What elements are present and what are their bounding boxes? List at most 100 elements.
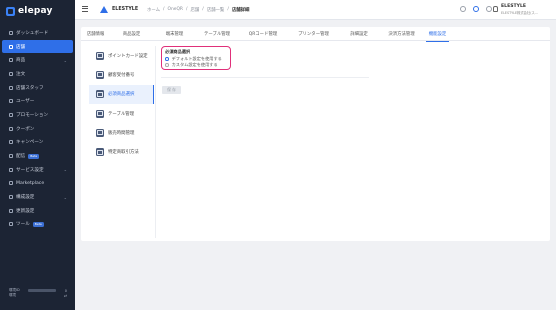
save-button[interactable]: 保 存 bbox=[162, 86, 181, 94]
environment-row: 環境 ⇄ bbox=[9, 293, 67, 298]
feature-subnav: ポイントカード設定 顧客受付番号 必須商品選択 テーブル管理 販売時間管理 特定… bbox=[89, 46, 154, 162]
sidebar-item-dashboard[interactable]: ダッシュボード bbox=[2, 26, 73, 40]
sidebar-item-promotion[interactable]: プロモーション bbox=[2, 108, 73, 122]
breadcrumb-oneqr[interactable]: OneQR bbox=[168, 7, 183, 13]
breadcrumb: ホーム / OneQR / 店舗 / 店舗一覧 / 店舗詳細 bbox=[147, 7, 249, 13]
tab-qr-code-management[interactable]: QRコード管理 bbox=[238, 27, 288, 41]
tab-terminal-management[interactable]: 端末管理 bbox=[153, 27, 196, 41]
subnav-label: 特定商取引方法 bbox=[108, 150, 139, 156]
sidebar-item-broadcast[interactable]: 配信 Beta bbox=[2, 149, 73, 163]
subnav-label: ポイントカード設定 bbox=[108, 53, 148, 59]
order-icon bbox=[9, 71, 13, 76]
chevron-down-icon: ⌄ bbox=[63, 57, 67, 63]
tab-detail-settings[interactable]: 詳細設定 bbox=[339, 27, 379, 41]
section-title: 必須商品選択 bbox=[165, 49, 191, 54]
user-name: ELESTYLE bbox=[501, 4, 527, 9]
sidebar-item-marketplace[interactable]: Marketplace bbox=[2, 177, 73, 191]
tab-feature-settings[interactable]: 機能設定 bbox=[424, 27, 451, 42]
store-icon bbox=[9, 44, 13, 49]
tab-product-settings[interactable]: 商品設定 bbox=[110, 27, 153, 41]
brand-logo-icon bbox=[100, 6, 108, 13]
tab-label: 商品設定 bbox=[122, 32, 141, 37]
subnav-label: テーブル管理 bbox=[108, 111, 135, 117]
sidebar-item-order[interactable]: 注文 bbox=[2, 67, 73, 81]
sidebar-item-update-settings[interactable]: 更新設定 bbox=[2, 204, 73, 218]
tab-label: QRコード管理 bbox=[248, 32, 278, 37]
breadcrumb-separator: / bbox=[163, 7, 165, 12]
environment-id-value-masked bbox=[28, 289, 57, 292]
tab-store-info[interactable]: 店舗情報 bbox=[81, 27, 110, 41]
download-icon[interactable] bbox=[486, 6, 492, 12]
sidebar-item-store[interactable]: 店舗 bbox=[2, 39, 73, 54]
divider bbox=[161, 77, 369, 78]
sales-time-icon bbox=[96, 128, 104, 137]
subnav-item-required-product[interactable]: 必須商品選択 bbox=[89, 84, 154, 104]
user-menu[interactable]: ELESTYLE ELESTYLE株式会社(ス... bbox=[493, 4, 538, 15]
sidebar-item-label: ツール bbox=[16, 222, 30, 228]
sidebar-item-label: ユーザー bbox=[16, 99, 35, 105]
sidebar-nav: ダッシュボード 店舗 商品 ⌄ 注文 店舗スタッフ ユーザー プロモーション クー… bbox=[2, 26, 73, 231]
radio-button[interactable] bbox=[165, 63, 169, 67]
product-icon bbox=[9, 58, 13, 63]
environment-id-value: 0 bbox=[64, 288, 67, 293]
brand-name: ELESTYLE bbox=[112, 7, 139, 12]
promotion-icon bbox=[9, 112, 13, 117]
sidebar-item-user[interactable]: ユーザー bbox=[2, 94, 73, 108]
tab-payment-method-management[interactable]: 決済方法管理 bbox=[379, 27, 424, 41]
tab-bar: 店舗情報 商品設定 端末管理 テーブル管理 QRコード管理 プリンター管理 詳細… bbox=[81, 27, 550, 42]
sidebar-item-label: 店舗スタッフ bbox=[16, 85, 44, 91]
sidebar-item-label: サービス設定 bbox=[16, 167, 44, 173]
config-icon bbox=[9, 195, 13, 200]
top-header: ELESTYLE ホーム / OneQR / 店舗 / 店舗一覧 / 店舗詳細 ELES… bbox=[75, 0, 556, 20]
staff-icon bbox=[9, 85, 13, 90]
tab-label: 決済方法管理 bbox=[388, 32, 415, 37]
service-settings-icon bbox=[9, 167, 13, 172]
subnav-item-commercial-law[interactable]: 特定商取引方法 bbox=[89, 142, 154, 161]
sidebar-item-label: 配信 bbox=[16, 154, 26, 160]
tab-printer-management[interactable]: プリンター管理 bbox=[288, 27, 339, 41]
radio-custom-settings[interactable]: カスタム設定を使用する bbox=[165, 62, 218, 68]
elepay-logo-icon bbox=[6, 6, 15, 16]
sidebar-item-tool[interactable]: ツール Beta bbox=[2, 218, 73, 232]
radio-button-selected[interactable] bbox=[165, 57, 169, 61]
customer-number-icon bbox=[96, 70, 104, 79]
account-icon bbox=[493, 6, 498, 12]
coupon-icon bbox=[9, 126, 13, 131]
sidebar: elepay ダッシュボード 店舗 商品 ⌄ 注文 店舗スタッフ ユーザー プロモ… bbox=[0, 0, 75, 310]
breadcrumb-store-detail: 店舗詳細 bbox=[231, 8, 250, 13]
logo[interactable]: elepay bbox=[6, 5, 53, 17]
store-detail-panel: 店舗情報 商品設定 端末管理 テーブル管理 QRコード管理 プリンター管理 詳細… bbox=[81, 27, 550, 241]
marketplace-icon bbox=[9, 181, 13, 186]
tab-label: プリンター管理 bbox=[298, 32, 329, 37]
switch-environment-icon[interactable]: ⇄ bbox=[64, 294, 67, 298]
tab-label: 店舗情報 bbox=[86, 32, 105, 37]
sidebar-item-label: 注文 bbox=[16, 71, 26, 77]
breadcrumb-separator: / bbox=[185, 7, 188, 12]
breadcrumb-home[interactable]: ホーム bbox=[147, 7, 160, 13]
sidebar-item-config[interactable]: 構成設定 ⌄ bbox=[2, 190, 73, 204]
sidebar-item-label: クーポン bbox=[16, 126, 35, 132]
brand[interactable]: ELESTYLE bbox=[100, 6, 138, 13]
help-icon[interactable] bbox=[473, 6, 479, 12]
sidebar-item-coupon[interactable]: クーポン bbox=[2, 122, 73, 136]
subnav-item-customer-number[interactable]: 顧客受付番号 bbox=[89, 65, 154, 84]
subnav-item-table-management[interactable]: テーブル管理 bbox=[89, 104, 154, 123]
subnav-item-point-card[interactable]: ポイントカード設定 bbox=[89, 46, 154, 65]
notification-icon[interactable] bbox=[460, 6, 466, 12]
sidebar-item-label: 商品 bbox=[16, 58, 26, 64]
menu-toggle-icon[interactable] bbox=[82, 6, 88, 12]
table-management-icon bbox=[96, 109, 104, 118]
sidebar-item-label: プロモーション bbox=[16, 112, 49, 118]
campaign-icon bbox=[9, 140, 13, 145]
sidebar-item-label: Marketplace bbox=[16, 180, 45, 186]
breadcrumb-store[interactable]: 店舗 bbox=[190, 7, 199, 13]
tab-table-management[interactable]: テーブル管理 bbox=[196, 27, 238, 41]
sidebar-item-campaign[interactable]: キャンペーン bbox=[2, 136, 73, 150]
subnav-label: 顧客受付番号 bbox=[108, 72, 135, 78]
sidebar-item-product[interactable]: 商品 ⌄ bbox=[2, 53, 73, 67]
sidebar-item-staff[interactable]: 店舗スタッフ bbox=[2, 81, 73, 95]
breadcrumb-store-list[interactable]: 店舗一覧 bbox=[207, 7, 225, 13]
sidebar-item-service-settings[interactable]: サービス設定 ⌄ bbox=[2, 163, 73, 177]
sidebar-item-label: 更新設定 bbox=[16, 208, 35, 214]
subnav-item-sales-time[interactable]: 販売時間管理 bbox=[89, 123, 154, 142]
